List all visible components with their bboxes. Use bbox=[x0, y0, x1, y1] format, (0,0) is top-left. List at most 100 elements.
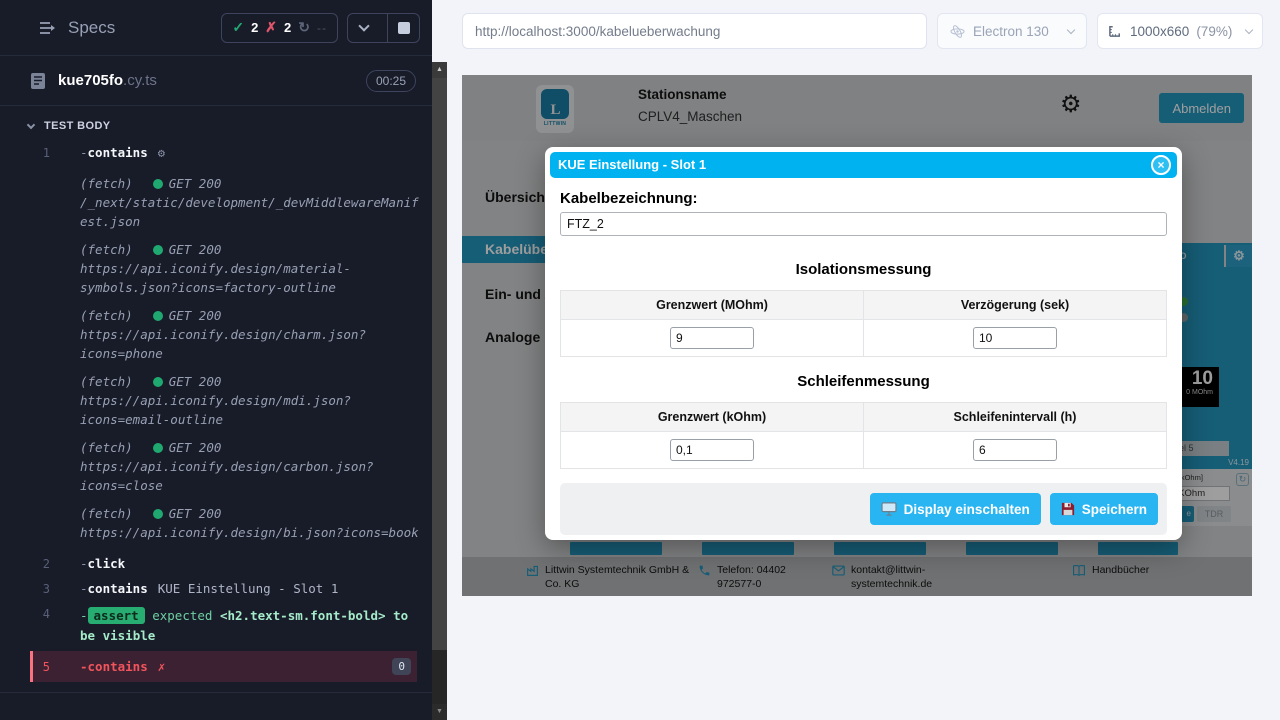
spec-extension: .cy.ts bbox=[123, 72, 157, 89]
chevron-down-icon bbox=[27, 120, 35, 128]
command-row[interactable]: 1 -contains⚙ bbox=[30, 140, 417, 165]
command-number: 2 bbox=[30, 556, 50, 571]
fetch-url: https://api.iconify.design/material-symb… bbox=[80, 259, 420, 297]
loop-col-grenzwert: Grenzwert (kOhm) bbox=[561, 403, 864, 432]
assert-message: -assert expected <h2.text-sm.font-bold> … bbox=[50, 606, 417, 646]
modal-footer: Display einschalten Speichern bbox=[560, 483, 1167, 535]
passed-count: 2 bbox=[251, 20, 258, 35]
browser-name: Electron 130 bbox=[973, 24, 1049, 39]
fetch-url: https://api.iconify.design/charm.json?ic… bbox=[80, 325, 420, 363]
fetch-log: (fetch) GET 200 /_next/static/development… bbox=[80, 174, 420, 231]
success-dot-icon bbox=[153, 311, 163, 321]
chevron-down-icon bbox=[358, 20, 369, 31]
cable-designation-label: Kabelbezeichnung: bbox=[560, 190, 1167, 207]
app-under-test: L LITTWIN Stationsname CPLV4_Maschen ⚙ A… bbox=[462, 75, 1252, 596]
iso-grenzwert-input[interactable] bbox=[670, 327, 754, 349]
loop-intervall-input[interactable] bbox=[973, 439, 1057, 461]
fetch-status: GET 200 bbox=[169, 372, 222, 391]
fetch-label: (fetch) bbox=[80, 306, 133, 325]
browser-selector[interactable]: Electron 130 bbox=[937, 13, 1087, 49]
loop-col-intervall: Schleifenintervall (h) bbox=[864, 403, 1167, 432]
failed-count: 2 bbox=[284, 20, 291, 35]
floppy-disk-icon bbox=[1061, 502, 1075, 516]
command-click: -click bbox=[80, 556, 125, 571]
scrollbar-thumb[interactable] bbox=[432, 78, 447, 650]
fetch-log: (fetch)GET 200 https://api.iconify.desig… bbox=[80, 504, 420, 542]
fetch-label: (fetch) bbox=[80, 174, 133, 193]
loop-grenzwert-input[interactable] bbox=[670, 439, 754, 461]
command-number: 4 bbox=[30, 606, 50, 621]
stop-button[interactable] bbox=[387, 14, 419, 42]
fetch-log: (fetch)GET 200 https://api.iconify.desig… bbox=[80, 306, 420, 363]
spec-name: kue705fo.cy.ts bbox=[58, 72, 157, 89]
failed-icon: ✗ bbox=[265, 19, 277, 36]
kue-settings-modal: KUE Einstellung - Slot 1 × Kabelbezeichn… bbox=[545, 147, 1182, 540]
pending-count: -- bbox=[317, 21, 327, 35]
collapse-button[interactable] bbox=[348, 14, 380, 42]
command-number: 3 bbox=[30, 581, 50, 596]
scroll-down-icon[interactable]: ▼ bbox=[432, 704, 447, 720]
fetch-status: GET 200 bbox=[169, 240, 222, 259]
test-body-toggle[interactable]: TEST BODY bbox=[0, 106, 432, 140]
viewport-selector[interactable]: 1000x660 (79%) bbox=[1097, 13, 1263, 49]
save-button[interactable]: Speichern bbox=[1050, 493, 1158, 525]
fetch-label: (fetch) bbox=[80, 504, 133, 523]
loop-table: Grenzwert (kOhm) Schleifenintervall (h) bbox=[560, 402, 1167, 469]
command-log: 1 -contains⚙ (fetch) GET 200 /_next/stati… bbox=[0, 140, 432, 693]
fetch-url: https://api.iconify.design/carbon.json?i… bbox=[80, 457, 420, 495]
success-dot-icon bbox=[153, 443, 163, 453]
passed-icon: ✓ bbox=[232, 19, 244, 36]
specs-menu[interactable]: Specs bbox=[38, 18, 115, 38]
viewport-zoom: (79%) bbox=[1196, 24, 1232, 39]
close-icon[interactable]: × bbox=[1151, 155, 1171, 175]
test-stats: ✓ 2 ✗ 2 ↻ -- bbox=[221, 13, 338, 43]
scroll-up-icon[interactable]: ▲ bbox=[432, 62, 447, 78]
success-dot-icon bbox=[153, 377, 163, 387]
url-text: http://localhost:3000/kabelueberwachung bbox=[475, 24, 720, 39]
success-dot-icon bbox=[153, 509, 163, 519]
assert-selector: <h2.text-sm.font-bold> bbox=[220, 608, 386, 623]
fetch-log: (fetch)GET 200 https://api.iconify.desig… bbox=[80, 372, 420, 429]
specs-list-icon bbox=[38, 20, 58, 36]
url-bar[interactable]: http://localhost:3000/kabelueberwachung bbox=[462, 13, 927, 49]
viewport-size: 1000x660 bbox=[1130, 24, 1189, 39]
spec-duration-badge: 00:25 bbox=[366, 70, 416, 92]
fetch-url: https://api.iconify.design/mdi.json?icon… bbox=[80, 391, 420, 429]
command-number: 1 bbox=[30, 145, 50, 160]
test-body-label: TEST BODY bbox=[44, 120, 111, 132]
command-contains: -contains bbox=[80, 145, 148, 160]
isolation-table: Grenzwert (MOhm) Verzögerung (sek) bbox=[560, 290, 1167, 357]
command-row[interactable]: 4 -assert expected <h2.text-sm.font-bold… bbox=[30, 601, 417, 651]
chevron-down-icon bbox=[1245, 26, 1253, 34]
ruler-icon bbox=[1108, 24, 1123, 38]
fail-count-badge: 0 bbox=[392, 658, 411, 675]
success-dot-icon bbox=[153, 245, 163, 255]
cable-designation-input[interactable] bbox=[560, 212, 1167, 236]
chevron-down-icon bbox=[1067, 26, 1075, 34]
stop-icon bbox=[398, 22, 410, 34]
display-on-button[interactable]: Display einschalten bbox=[870, 493, 1041, 525]
fetch-label: (fetch) bbox=[80, 240, 133, 259]
reporter-scrollbar[interactable]: ▲ ▼ bbox=[432, 62, 447, 720]
fetch-label: (fetch) bbox=[80, 438, 133, 457]
fetch-status: GET 200 bbox=[169, 438, 222, 457]
pending-icon: ↻ bbox=[298, 19, 310, 36]
spec-file-icon bbox=[30, 72, 46, 90]
spec-row[interactable]: kue705fo.cy.ts 00:25 bbox=[0, 56, 432, 106]
fetch-status: GET 200 bbox=[169, 174, 222, 193]
fetch-status: GET 200 bbox=[169, 504, 222, 523]
command-row[interactable]: 3 -containsKUE Einstellung - Slot 1 bbox=[30, 576, 417, 601]
command-argument: KUE Einstellung - Slot 1 bbox=[158, 581, 339, 596]
fetch-url: /_next/static/development/_devMiddleware… bbox=[80, 193, 420, 231]
specs-label: Specs bbox=[68, 18, 115, 38]
run-controls bbox=[347, 13, 420, 43]
failed-command-row[interactable]: 5 -contains✗ 0 bbox=[30, 651, 417, 682]
electron-icon bbox=[950, 24, 965, 39]
iso-verzoegerung-input[interactable] bbox=[973, 327, 1057, 349]
success-dot-icon bbox=[153, 179, 163, 189]
modal-title: KUE Einstellung - Slot 1 bbox=[558, 157, 706, 172]
command-row[interactable]: 2 -click bbox=[30, 551, 417, 576]
browser-toolbar: http://localhost:3000/kabelueberwachung … bbox=[447, 0, 1280, 62]
monitor-icon bbox=[881, 502, 897, 516]
divider bbox=[0, 692, 432, 693]
